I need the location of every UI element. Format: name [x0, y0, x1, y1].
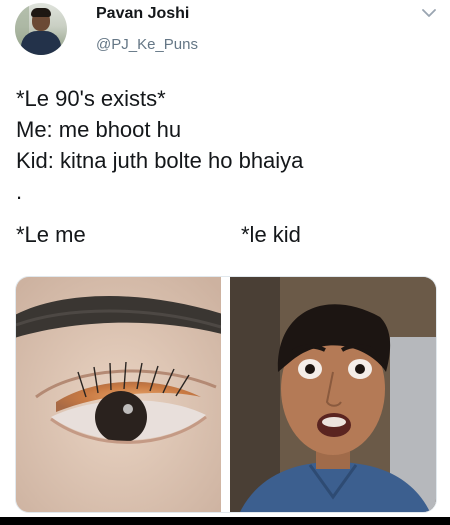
user-handle[interactable]: @PJ_Ke_Puns — [96, 36, 198, 53]
avatar-figure-body — [21, 31, 61, 55]
avatar[interactable] — [15, 3, 67, 55]
display-name[interactable]: Pavan Joshi — [96, 5, 189, 23]
chevron-down-icon — [422, 8, 436, 17]
bottom-edge-bar — [0, 517, 450, 525]
caption-right: *le kid — [241, 222, 301, 247]
more-options-button[interactable] — [418, 4, 440, 22]
tweet-line: Kid: kitna juth bolte ho bhaiya — [16, 148, 304, 173]
tweet-text: *Le 90's exists* Me: me bhoot hu Kid: ki… — [16, 83, 436, 207]
closeup-eye-photo[interactable] — [16, 277, 221, 512]
surprised-kid-photo[interactable] — [230, 277, 436, 512]
tweet-line: *Le 90's exists* — [16, 86, 166, 111]
caption-left: *Le me — [16, 222, 86, 247]
avatar-figure-hair — [31, 8, 51, 17]
tweet-card: Pavan Joshi @PJ_Ke_Puns *Le 90's exists*… — [0, 0, 450, 525]
media-grid — [15, 276, 437, 513]
eye-illustration — [16, 277, 221, 512]
tweet-line: . — [16, 179, 23, 204]
tweet-line: Me: me bhoot hu — [16, 117, 182, 142]
kid-illustration — [230, 277, 436, 512]
